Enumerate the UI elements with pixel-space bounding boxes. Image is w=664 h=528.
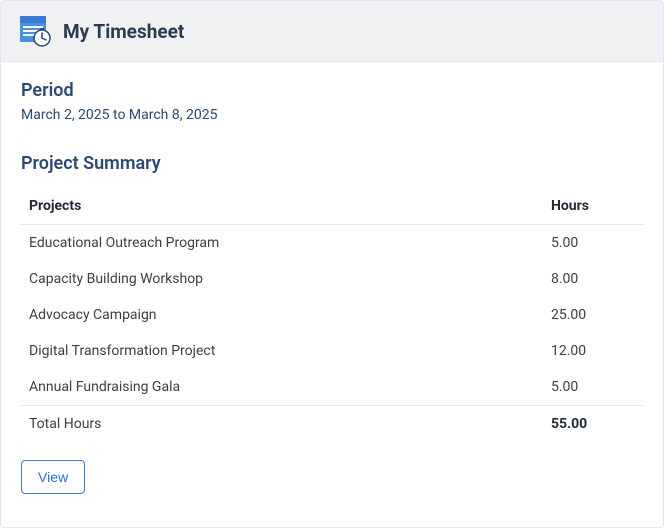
hours-cell: 5.00 xyxy=(543,369,643,406)
view-button[interactable]: View xyxy=(21,460,85,494)
table-row: Annual Fundraising Gala 5.00 xyxy=(21,369,643,406)
page-title: My Timesheet xyxy=(63,20,184,43)
card-body: Period March 2, 2025 to March 8, 2025 Pr… xyxy=(1,62,663,512)
period-range: March 2, 2025 to March 8, 2025 xyxy=(21,107,643,123)
project-cell: Advocacy Campaign xyxy=(21,297,543,333)
total-row: Total Hours 55.00 xyxy=(21,406,643,443)
project-summary-table: Projects Hours Educational Outreach Prog… xyxy=(21,188,643,442)
project-cell: Digital Transformation Project xyxy=(21,333,543,369)
hours-cell: 25.00 xyxy=(543,297,643,333)
project-cell: Educational Outreach Program xyxy=(21,225,543,262)
table-header-row: Projects Hours xyxy=(21,188,643,225)
card-header: My Timesheet xyxy=(1,1,663,62)
summary-heading: Project Summary xyxy=(21,153,643,174)
hours-cell: 5.00 xyxy=(543,225,643,262)
period-heading: Period xyxy=(21,80,643,101)
project-cell: Capacity Building Workshop xyxy=(21,261,543,297)
hours-cell: 8.00 xyxy=(543,261,643,297)
table-row: Digital Transformation Project 12.00 xyxy=(21,333,643,369)
project-cell: Annual Fundraising Gala xyxy=(21,369,543,406)
timesheet-card: My Timesheet Period March 2, 2025 to Mar… xyxy=(0,0,664,528)
table-row: Advocacy Campaign 25.00 xyxy=(21,297,643,333)
projects-column-header: Projects xyxy=(21,188,543,225)
timesheet-icon xyxy=(19,15,51,47)
total-hours: 55.00 xyxy=(543,406,643,443)
table-row: Capacity Building Workshop 8.00 xyxy=(21,261,643,297)
hours-cell: 12.00 xyxy=(543,333,643,369)
table-row: Educational Outreach Program 5.00 xyxy=(21,225,643,262)
hours-column-header: Hours xyxy=(543,188,643,225)
total-label: Total Hours xyxy=(21,406,543,443)
